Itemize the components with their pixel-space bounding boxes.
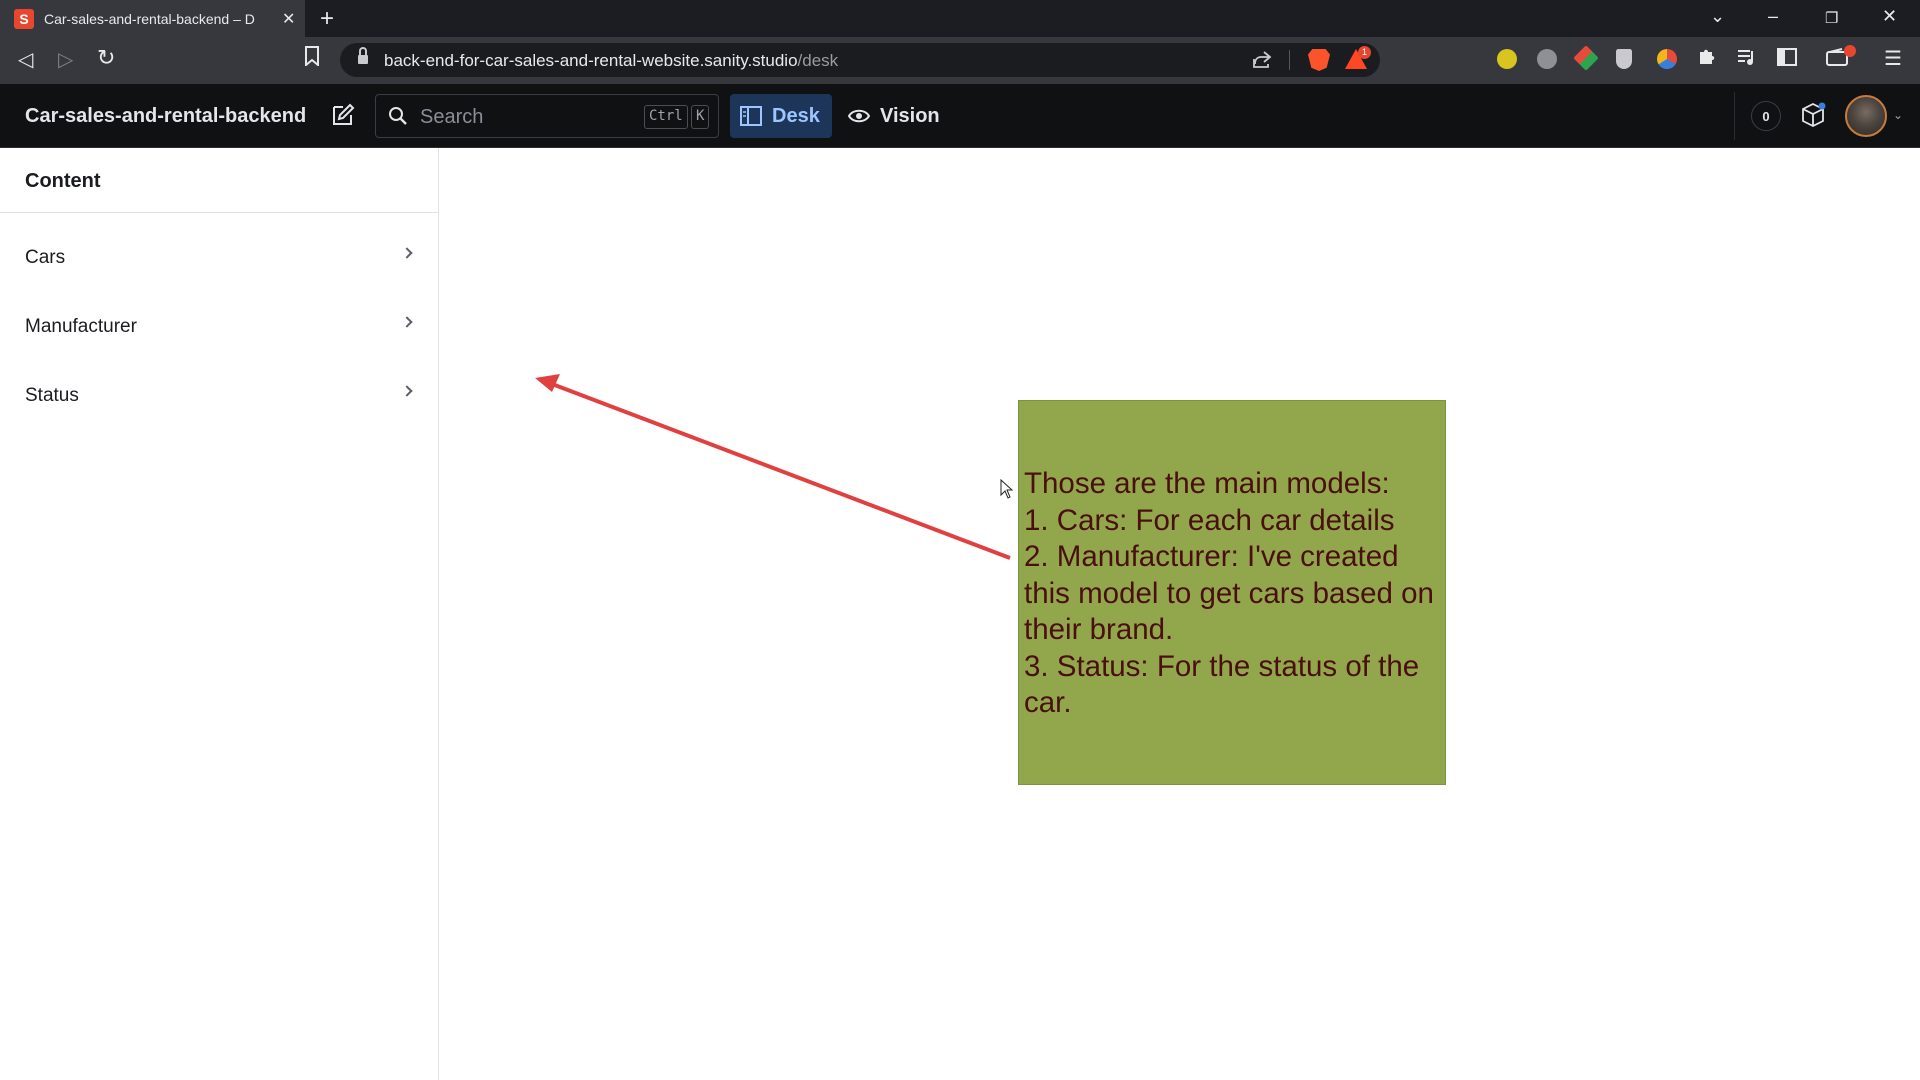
- omnibox-divider: [1289, 50, 1290, 70]
- tab-search-chevron-icon[interactable]: ⌄: [1710, 6, 1725, 27]
- search-input[interactable]: Search Ctrl K: [375, 94, 719, 138]
- browser-menu-icon[interactable]: ☰: [1884, 46, 1902, 71]
- studio-navbar: Car-sales-and-rental-backend Search Ctrl…: [0, 84, 1920, 148]
- tab-desk[interactable]: Desk: [730, 94, 832, 138]
- chevron-down-icon[interactable]: ⌄: [1893, 108, 1903, 122]
- new-tab-icon[interactable]: +: [320, 5, 334, 33]
- shortcut-k: K: [691, 105, 710, 129]
- pane-title: Content: [0, 148, 438, 213]
- tab-desk-label: Desk: [772, 104, 820, 127]
- list-item-cars[interactable]: Cars: [0, 223, 438, 292]
- url-text: back-end-for-car-sales-and-rental-websit…: [384, 51, 839, 70]
- chevron-right-icon: [401, 247, 413, 259]
- cube-icon[interactable]: [1800, 102, 1826, 133]
- browser-toolbar: ◁ ▷ ↻ back-end-for-car-sales-and-rental-…: [0, 37, 1920, 84]
- search-placeholder: Search: [420, 106, 484, 128]
- sanity-favicon-icon: S: [14, 8, 34, 29]
- notification-count[interactable]: 0: [1751, 101, 1781, 131]
- chevron-right-icon: [401, 316, 413, 328]
- close-window-icon[interactable]: ✕: [1882, 6, 1897, 27]
- browser-tabstrip: S Car-sales-and-rental-backend – D ✕ + ⌄…: [0, 0, 1920, 37]
- forward-icon[interactable]: ▷: [58, 47, 73, 72]
- studio-title[interactable]: Car-sales-and-rental-backend: [25, 105, 306, 128]
- close-tab-icon[interactable]: ✕: [282, 9, 295, 29]
- annotation-note: Those are the main models: 1. Cars: For …: [1018, 400, 1446, 785]
- brave-shields-icon[interactable]: [1308, 49, 1330, 71]
- extension-colorful-icon[interactable]: [1657, 49, 1677, 69]
- arrow-head: [535, 374, 560, 392]
- list-item-manufacturer[interactable]: Manufacturer: [0, 292, 438, 361]
- desk-icon: [740, 106, 762, 126]
- navbar-divider: [1734, 92, 1735, 140]
- search-icon: [388, 106, 408, 126]
- list-item-label: Cars: [25, 246, 66, 268]
- shortcut-ctrl: Ctrl: [644, 105, 688, 129]
- minimize-icon[interactable]: –: [1768, 6, 1778, 27]
- mouse-cursor-icon: [1000, 478, 1014, 504]
- list-item-status[interactable]: Status: [0, 361, 438, 430]
- bookmark-icon[interactable]: [304, 46, 320, 72]
- wallet-notification-dot: [1844, 45, 1856, 57]
- list-item-label: Manufacturer: [25, 315, 137, 337]
- extension-yellow-icon[interactable]: [1497, 49, 1517, 69]
- extension-diamond-icon[interactable]: [1573, 45, 1599, 71]
- address-bar[interactable]: back-end-for-car-sales-and-rental-websit…: [340, 43, 1380, 77]
- back-icon[interactable]: ◁: [18, 47, 33, 72]
- list-item-label: Status: [25, 384, 79, 406]
- lock-icon: [358, 47, 368, 65]
- playlist-icon[interactable]: [1737, 48, 1757, 72]
- compose-icon[interactable]: [330, 102, 356, 128]
- browser-tab[interactable]: S Car-sales-and-rental-backend – D ✕: [0, 0, 305, 37]
- extension-shield-icon[interactable]: [1616, 49, 1632, 69]
- reload-icon[interactable]: ↻: [97, 45, 115, 71]
- avatar[interactable]: [1845, 95, 1887, 137]
- annotation-text: Those are the main models: 1. Cars: For …: [1024, 467, 1434, 719]
- eye-icon: [848, 109, 870, 123]
- rewards-badge: 1: [1358, 46, 1371, 59]
- share-icon[interactable]: [1252, 50, 1272, 73]
- tab-vision[interactable]: Vision: [848, 94, 948, 138]
- content-pane: Content Cars Manufacturer Status: [0, 148, 439, 1080]
- extension-grey-icon[interactable]: [1537, 49, 1557, 69]
- tab-vision-label: Vision: [880, 104, 940, 127]
- extensions-puzzle-icon[interactable]: [1697, 46, 1717, 72]
- browser-tab-title: Car-sales-and-rental-backend – D: [44, 10, 255, 27]
- content-list: Cars Manufacturer Status: [0, 213, 438, 430]
- sidebar-toggle-icon[interactable]: [1777, 48, 1797, 72]
- chevron-right-icon: [401, 385, 413, 397]
- restore-icon[interactable]: ❐: [1825, 9, 1838, 27]
